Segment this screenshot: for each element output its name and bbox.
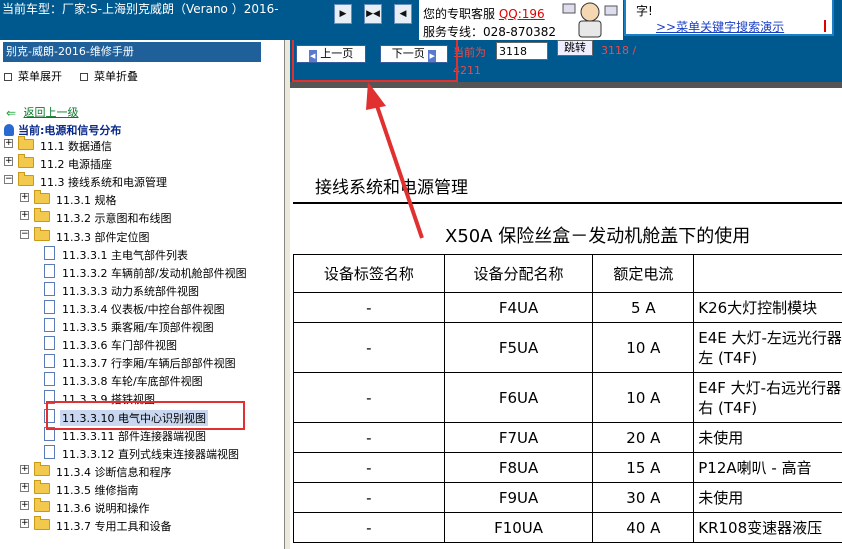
mascot-icon [562,2,618,38]
expand-icon[interactable]: + [20,519,29,529]
tree-item-label: 11.3.3.7 行李厢/车辆后部部件视图 [62,357,236,371]
tree-item-label: 11.3.3.6 车门部件视图 [62,339,177,353]
tree-item-label: 11.3.3 部件定位图 [56,230,150,244]
tree-item-label: 11.3.7 专用工具和设备 [56,520,172,534]
expand-icon[interactable]: + [20,211,29,221]
back-to-parent[interactable]: ⇐ 返回上一级 [6,104,79,120]
tree-item-label: 11.3.3.5 乘客厢/车顶部件视图 [62,321,214,334]
manual-title: 别克-威朗-2016-维修手册 [3,42,261,62]
document-icon [44,299,55,314]
mascot-image [557,0,623,40]
expand-icon[interactable]: + [20,482,29,492]
support-qq-link[interactable]: QQ:196 [499,7,545,21]
back-link[interactable]: 返回上一级 [24,106,79,119]
collapse-icon[interactable]: − [4,175,13,185]
menu-expand-button[interactable]: 菜单展开 [4,68,62,84]
document-icon [44,245,55,260]
folder-icon [18,154,34,169]
tree-item-label: 11.2 电源插座 [40,158,112,172]
tree-item-label: 11.3.3.1 主电气部件列表 [62,248,188,262]
tree-item-label: 11.3.6 说明和操作 [56,502,150,515]
document-icon [44,318,55,332]
menu-collapse-icon [80,73,88,81]
folder-icon [34,190,50,205]
selected-item-annotation [46,401,245,430]
help-marker [824,20,826,32]
expand-icon[interactable]: + [4,157,13,167]
support-phone: 服务专线：028-870382 [423,25,557,39]
tree-item-label: 11.3.3.2 车辆前部/发动机舱部件视图 [62,266,247,280]
support-box: 您的专职客服 QQ:196 服务专线：028-870382 [419,0,557,40]
tree-item-label: 11.3.3.4 仪表板/中控台部件视图 [62,302,225,316]
tree-item-label: 11.3.3.3 动力系统部件视图 [62,284,199,298]
document-icon [44,281,55,296]
forward-icon[interactable]: ▶ [334,4,352,24]
folder-icon [18,172,34,187]
document-icon [44,263,55,278]
tree-item-label: 11.3.3.8 车轮/车底部件视图 [62,375,203,389]
document-icon [44,444,55,459]
tree-item-label: 11.3.3.12 直列式线束连接器端视图 [62,447,239,461]
folder-icon [34,208,50,223]
expand-icon[interactable]: + [20,501,29,510]
location-pin-icon [4,124,14,136]
tree-item-label: 11.3.1 规格 [56,194,117,208]
menu-expand-icon [4,73,12,81]
tree-item-label: 11.3.2 示意图和布线图 [56,212,172,226]
expand-icon[interactable]: + [20,193,29,203]
folder-icon [34,516,50,531]
tree-item-label: 11.1 数据通信 [40,140,112,153]
top-header: 当前车型：厂家:S-上海别克威朗（Verano ）2016- ▶ ▶◀ ◀ 您的… [0,0,842,40]
document-icon [44,336,55,351]
sidebar: 别克-威朗-2016-维修手册 菜单展开 菜单折叠 ⇐ 返回上一级 当前:电源和… [0,40,285,549]
annotation-arrow-icon [366,82,424,239]
document-pane: ◀ 上一页 下一页 ▶ 当前为 跳转 3118 / 4211 接线系统和电源管理… [290,40,842,549]
document-icon [44,372,55,387]
back-arrow-icon: ⇐ [6,106,17,120]
help-box: 字! >>菜单关键字搜索演示 [624,0,834,36]
collapse-icon[interactable]: − [20,229,29,239]
vehicle-info: 当前车型：厂家:S-上海别克威朗（Verano ）2016- [2,2,279,16]
document-icon [44,354,55,369]
folder-icon [34,461,50,476]
support-label: 您的专职客服 [423,7,496,21]
expand-icon[interactable]: + [4,139,13,148]
tree-item-label: 11.3.5 维修指南 [56,483,139,497]
menu-collapse-button[interactable]: 菜单折叠 [80,68,138,84]
help-text: 字! [636,4,653,18]
expand-icon[interactable]: + [20,464,29,474]
folder-icon [34,226,50,241]
tree-item-label: 11.3.4 诊断信息和程序 [56,465,172,479]
folder-icon [34,479,50,494]
keyword-search-demo-link[interactable]: >>菜单关键字搜索演示 [656,18,784,35]
folder-icon [34,498,50,512]
folder-icon [18,136,34,150]
tree-item-label: 11.3 接线系统和电源管理 [40,176,167,190]
back-icon[interactable]: ◀ [394,4,412,24]
expand-collapse-icon[interactable]: ▶◀ [364,4,382,24]
